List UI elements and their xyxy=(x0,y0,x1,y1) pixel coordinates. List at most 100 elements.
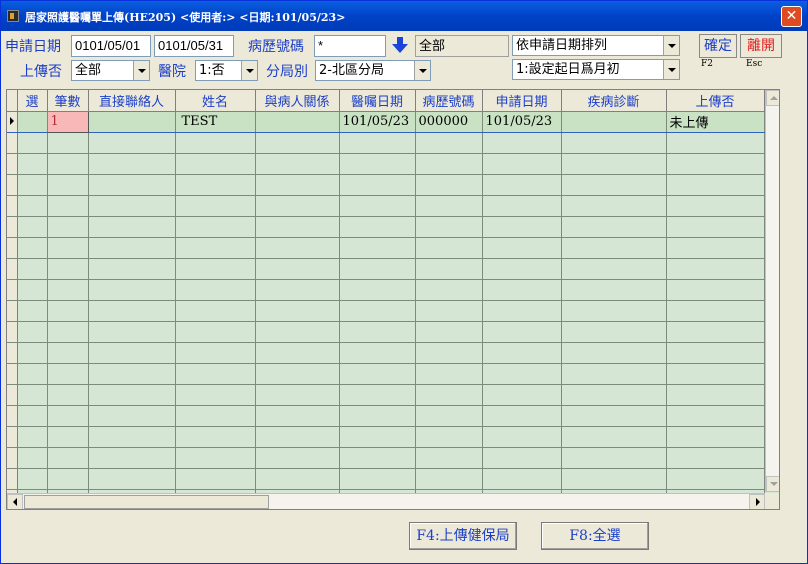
empty-cell[interactable] xyxy=(415,174,483,196)
empty-cell[interactable] xyxy=(666,132,765,154)
empty-cell[interactable] xyxy=(482,300,562,322)
empty-cell[interactable] xyxy=(47,279,89,301)
empty-cell[interactable] xyxy=(561,321,667,343)
empty-cell[interactable] xyxy=(482,363,562,385)
empty-cell[interactable] xyxy=(88,405,176,427)
empty-cell[interactable] xyxy=(175,174,256,196)
empty-cell[interactable] xyxy=(561,426,667,448)
empty-cell[interactable] xyxy=(47,216,89,238)
column-header[interactable]: 病歷號碼 xyxy=(415,90,483,112)
empty-cell[interactable] xyxy=(666,195,765,217)
table-cell-diagnosis[interactable] xyxy=(561,111,667,133)
empty-row[interactable] xyxy=(7,321,765,343)
empty-cell[interactable] xyxy=(17,447,48,469)
empty-cell[interactable] xyxy=(17,279,48,301)
empty-cell[interactable] xyxy=(88,195,176,217)
empty-cell[interactable] xyxy=(47,237,89,259)
empty-row[interactable] xyxy=(7,258,765,280)
empty-cell[interactable] xyxy=(339,132,416,154)
chevron-down-icon[interactable] xyxy=(241,61,257,80)
empty-cell[interactable] xyxy=(255,447,340,469)
empty-cell[interactable] xyxy=(482,174,562,196)
empty-cell[interactable] xyxy=(47,447,89,469)
empty-cell[interactable] xyxy=(17,468,48,490)
empty-row[interactable] xyxy=(7,363,765,385)
empty-cell[interactable] xyxy=(88,426,176,448)
empty-cell[interactable] xyxy=(88,237,176,259)
empty-cell[interactable] xyxy=(415,258,483,280)
empty-cell[interactable] xyxy=(561,258,667,280)
empty-cell[interactable] xyxy=(561,468,667,490)
empty-cell[interactable] xyxy=(47,426,89,448)
empty-cell[interactable] xyxy=(17,153,48,175)
empty-cell[interactable] xyxy=(339,405,416,427)
empty-cell[interactable] xyxy=(339,258,416,280)
empty-cell[interactable] xyxy=(175,279,256,301)
empty-cell[interactable] xyxy=(415,342,483,364)
empty-cell[interactable] xyxy=(561,195,667,217)
column-header[interactable]: 直接聯絡人 xyxy=(88,90,176,112)
empty-cell[interactable] xyxy=(255,258,340,280)
empty-cell[interactable] xyxy=(415,132,483,154)
column-header[interactable]: 申請日期 xyxy=(482,90,562,112)
empty-cell[interactable] xyxy=(17,300,48,322)
empty-cell[interactable] xyxy=(339,447,416,469)
empty-cell[interactable] xyxy=(339,363,416,385)
empty-cell[interactable] xyxy=(415,405,483,427)
scroll-down-icon[interactable] xyxy=(766,476,779,492)
empty-cell[interactable] xyxy=(47,384,89,406)
empty-cell[interactable] xyxy=(17,237,48,259)
column-header[interactable]: 與病人關係 xyxy=(255,90,340,112)
empty-cell[interactable] xyxy=(561,342,667,364)
empty-cell[interactable] xyxy=(255,237,340,259)
empty-cell[interactable] xyxy=(482,342,562,364)
exit-button[interactable]: 離開 xyxy=(740,34,782,58)
empty-cell[interactable] xyxy=(561,237,667,259)
empty-row[interactable] xyxy=(7,132,765,154)
select-all-button[interactable]: F8:全選 xyxy=(541,522,649,550)
empty-cell[interactable] xyxy=(17,426,48,448)
empty-cell[interactable] xyxy=(175,321,256,343)
empty-cell[interactable] xyxy=(415,426,483,448)
table-cell-apply-date[interactable]: 101/05/23 xyxy=(482,111,562,133)
empty-cell[interactable] xyxy=(88,300,176,322)
empty-cell[interactable] xyxy=(415,363,483,385)
empty-cell[interactable] xyxy=(255,174,340,196)
empty-cell[interactable] xyxy=(255,342,340,364)
scroll-right-icon[interactable] xyxy=(749,494,765,509)
empty-cell[interactable] xyxy=(666,426,765,448)
empty-row[interactable] xyxy=(7,216,765,238)
empty-cell[interactable] xyxy=(47,174,89,196)
empty-cell[interactable] xyxy=(482,216,562,238)
empty-cell[interactable] xyxy=(175,216,256,238)
empty-cell[interactable] xyxy=(88,363,176,385)
empty-cell[interactable] xyxy=(666,300,765,322)
empty-cell[interactable] xyxy=(88,216,176,238)
empty-cell[interactable] xyxy=(88,279,176,301)
empty-cell[interactable] xyxy=(47,342,89,364)
empty-row[interactable] xyxy=(7,153,765,175)
empty-cell[interactable] xyxy=(666,363,765,385)
empty-cell[interactable] xyxy=(482,195,562,217)
table-cell-contact[interactable] xyxy=(88,111,176,133)
scroll-left-icon[interactable] xyxy=(7,494,23,509)
column-header[interactable]: 姓名 xyxy=(175,90,256,112)
empty-cell[interactable] xyxy=(175,447,256,469)
confirm-button[interactable]: 確定 xyxy=(699,34,737,58)
date-to-input[interactable]: 0101/05/31 xyxy=(154,35,234,57)
hospital-select[interactable]: 1:否 xyxy=(195,60,258,81)
download-arrow-button[interactable] xyxy=(389,34,411,56)
empty-cell[interactable] xyxy=(255,300,340,322)
empty-cell[interactable] xyxy=(47,132,89,154)
chevron-down-icon[interactable] xyxy=(663,36,679,55)
empty-cell[interactable] xyxy=(47,321,89,343)
empty-cell[interactable] xyxy=(666,321,765,343)
empty-cell[interactable] xyxy=(415,237,483,259)
chart-no-input[interactable]: * xyxy=(314,35,386,57)
empty-cell[interactable] xyxy=(415,279,483,301)
empty-cell[interactable] xyxy=(255,405,340,427)
empty-cell[interactable] xyxy=(175,363,256,385)
empty-cell[interactable] xyxy=(482,426,562,448)
empty-cell[interactable] xyxy=(339,174,416,196)
empty-cell[interactable] xyxy=(561,447,667,469)
